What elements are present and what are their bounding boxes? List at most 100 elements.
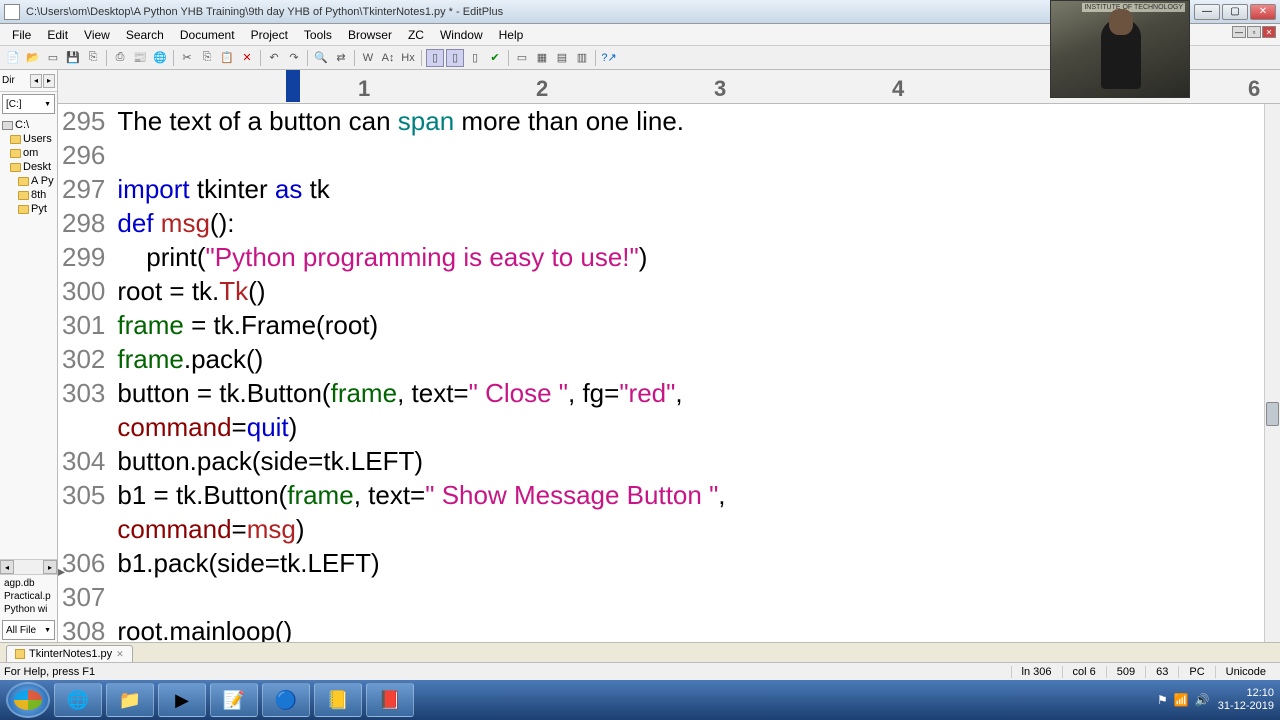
tree-item[interactable]: Users xyxy=(2,132,55,146)
folder-icon xyxy=(18,177,29,186)
task-notes[interactable]: 📒 xyxy=(314,683,362,717)
menu-edit[interactable]: Edit xyxy=(39,26,76,44)
code-line[interactable]: b1 = tk.Button(frame, text=" Show Messag… xyxy=(117,478,1280,512)
scroll-left-button[interactable]: ◂ xyxy=(0,560,14,574)
tab-tkinternotes[interactable]: TkinterNotes1.py ✕ xyxy=(6,645,133,662)
minimize-button[interactable]: — xyxy=(1194,4,1220,20)
help-icon[interactable]: ?↗ xyxy=(600,49,618,67)
tree-item[interactable]: om xyxy=(2,146,55,160)
font-a-icon[interactable]: A↕ xyxy=(379,49,397,67)
task-ie[interactable]: 🌐 xyxy=(54,683,102,717)
print-icon[interactable]: ⎙ xyxy=(111,49,129,67)
cut-icon[interactable]: ✂ xyxy=(178,49,196,67)
wordwrap-icon[interactable]: W xyxy=(359,49,377,67)
mdi-restore-button[interactable]: ▫ xyxy=(1247,26,1261,38)
menu-zc[interactable]: ZC xyxy=(400,26,432,44)
filter-select[interactable]: All File xyxy=(2,620,55,640)
tree-item[interactable]: Pyt xyxy=(2,202,55,216)
maximize-button[interactable]: ▢ xyxy=(1222,4,1248,20)
new-file-icon[interactable]: 📄 xyxy=(4,49,22,67)
menu-help[interactable]: Help xyxy=(491,26,532,44)
col2-icon[interactable]: ▯ xyxy=(446,49,464,67)
code-line[interactable]: frame = tk.Frame(root) xyxy=(117,308,1280,342)
code-line[interactable]: The text of a button can span more than … xyxy=(117,104,1280,138)
tray-network-icon[interactable]: 📶 xyxy=(1174,693,1189,707)
vertical-scrollbar[interactable] xyxy=(1264,104,1280,642)
code-line[interactable]: button = tk.Button(frame, text=" Close "… xyxy=(117,376,1280,410)
tree-item[interactable]: A Py xyxy=(2,174,55,188)
task-media[interactable]: ▶ xyxy=(158,683,206,717)
col1-icon[interactable]: ▯ xyxy=(426,49,444,67)
menu-tools[interactable]: Tools xyxy=(296,26,340,44)
preview-icon[interactable]: 📰 xyxy=(131,49,149,67)
find-icon[interactable]: 🔍 xyxy=(312,49,330,67)
check-icon[interactable]: ✔ xyxy=(486,49,504,67)
task-sublime[interactable]: 📝 xyxy=(210,683,258,717)
browser-icon[interactable]: 🌐 xyxy=(151,49,169,67)
file-item[interactable]: agp.db xyxy=(2,577,55,590)
menu-project[interactable]: Project xyxy=(243,26,296,44)
tree-item[interactable]: C:\ xyxy=(2,118,55,132)
tray-flag-icon[interactable]: ⚑ xyxy=(1157,693,1168,707)
menu-document[interactable]: Document xyxy=(172,26,243,44)
replace-icon[interactable]: ⇄ xyxy=(332,49,350,67)
code-line[interactable]: root = tk.Tk() xyxy=(117,274,1280,308)
delete-icon[interactable]: ✕ xyxy=(238,49,256,67)
code-line[interactable] xyxy=(117,138,1280,172)
open-file-icon[interactable]: 📂 xyxy=(24,49,42,67)
tray-volume-icon[interactable]: 🔊 xyxy=(1195,693,1210,707)
win4-icon[interactable]: ▥ xyxy=(573,49,591,67)
task-chrome[interactable]: 🔵 xyxy=(262,683,310,717)
code-line[interactable]: b1.pack(side=tk.LEFT) xyxy=(117,546,1280,580)
code-line[interactable]: command=msg) xyxy=(117,512,1280,546)
undo-icon[interactable]: ↶ xyxy=(265,49,283,67)
code-line[interactable]: button.pack(side=tk.LEFT) xyxy=(117,444,1280,478)
folder-tree[interactable]: C:\UsersomDesktA Py8thPyt xyxy=(0,116,57,559)
menu-file[interactable]: File xyxy=(4,26,39,44)
scroll-right-button[interactable]: ▸ xyxy=(43,560,57,574)
code-line[interactable]: def msg(): xyxy=(117,206,1280,240)
tree-item[interactable]: 8th xyxy=(2,188,55,202)
menu-window[interactable]: Window xyxy=(432,26,491,44)
scrollbar-thumb[interactable] xyxy=(1266,402,1279,426)
close-button[interactable]: ✕ xyxy=(1250,4,1276,20)
sidebar-prev-button[interactable]: ◂ xyxy=(30,74,42,88)
code-line[interactable] xyxy=(117,580,1280,614)
code-editor[interactable]: 2952962972982993003013023033043053063073… xyxy=(58,104,1280,642)
win3-icon[interactable]: ▤ xyxy=(553,49,571,67)
file-item[interactable]: Practical.p xyxy=(2,590,55,603)
mdi-minimize-button[interactable]: — xyxy=(1232,26,1246,38)
code-line[interactable]: root.mainloop() xyxy=(117,614,1280,642)
paste-icon[interactable]: 📋 xyxy=(218,49,236,67)
menu-view[interactable]: View xyxy=(76,26,118,44)
code-line[interactable]: import tkinter as tk xyxy=(117,172,1280,206)
copy-icon[interactable]: ⎘ xyxy=(198,49,216,67)
code-text[interactable]: The text of a button can span more than … xyxy=(113,104,1280,642)
menu-search[interactable]: Search xyxy=(118,26,172,44)
start-button[interactable] xyxy=(6,682,50,718)
save-icon[interactable]: 💾 xyxy=(64,49,82,67)
code-line[interactable]: command=quit) xyxy=(117,410,1280,444)
tab-close-icon[interactable]: ✕ xyxy=(116,649,124,660)
code-line[interactable]: frame.pack() xyxy=(117,342,1280,376)
doc-icon[interactable]: ▭ xyxy=(44,49,62,67)
code-line[interactable]: print("Python programming is easy to use… xyxy=(117,240,1280,274)
hex-icon[interactable]: Hx xyxy=(399,49,417,67)
file-list[interactable]: agp.dbPractical.pPython wi xyxy=(0,575,57,618)
mdi-close-button[interactable]: ✕ xyxy=(1262,26,1276,38)
file-item[interactable]: Python wi xyxy=(2,603,55,616)
system-tray[interactable]: ⚑ 📶 🔊 12:10 31-12-2019 xyxy=(1157,687,1274,713)
drive-select[interactable]: [C:] xyxy=(2,94,55,114)
scroll-track[interactable] xyxy=(14,560,43,574)
save-all-icon[interactable]: ⎘ xyxy=(84,49,102,67)
menu-browser[interactable]: Browser xyxy=(340,26,400,44)
win1-icon[interactable]: ▭ xyxy=(513,49,531,67)
redo-icon[interactable]: ↷ xyxy=(285,49,303,67)
tree-item[interactable]: Deskt xyxy=(2,160,55,174)
col3-icon[interactable]: ▯ xyxy=(466,49,484,67)
task-editplus[interactable]: 📕 xyxy=(366,683,414,717)
win2-icon[interactable]: ▦ xyxy=(533,49,551,67)
sidebar-next-button[interactable]: ▸ xyxy=(43,74,55,88)
task-explorer[interactable]: 📁 xyxy=(106,683,154,717)
tray-clock[interactable]: 12:10 31-12-2019 xyxy=(1218,687,1274,713)
